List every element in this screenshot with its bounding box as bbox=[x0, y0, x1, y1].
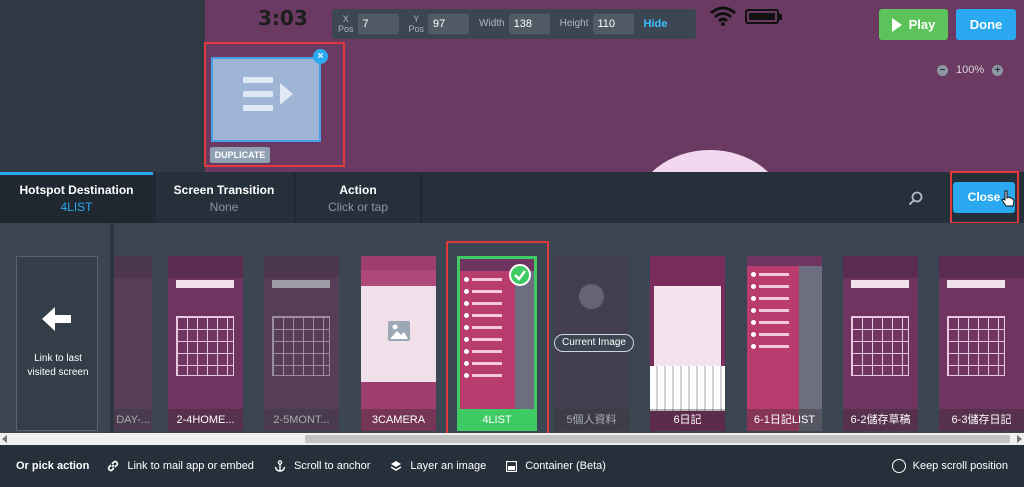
screen-carousel: Link to last visited screen DAY-... 2-4H… bbox=[0, 223, 1024, 433]
or-pick-action-label: Or pick action bbox=[16, 460, 90, 472]
keep-scroll-position-option[interactable]: Keep scroll position bbox=[891, 459, 1008, 473]
tab-action[interactable]: Action Click or tap bbox=[294, 172, 422, 223]
tab-screen-transition[interactable]: Screen Transition None bbox=[154, 172, 293, 223]
link-last-visited-button[interactable]: Link to last visited screen bbox=[16, 256, 98, 431]
hotspot-area[interactable] bbox=[211, 57, 321, 142]
hotspot-list-icon bbox=[243, 77, 293, 111]
x-pos-input[interactable]: 7 bbox=[357, 14, 399, 34]
width-label: Width bbox=[479, 18, 505, 29]
screen-thumb-3camera[interactable]: 3CAMERA bbox=[361, 256, 436, 431]
hand-cursor-icon bbox=[1001, 190, 1015, 207]
position-bar: X Pos 7 Y Pos 97 Width 138 Height 110 Hide bbox=[332, 9, 696, 39]
screen-thumb-6-1diarylist[interactable]: 6-1日記LIST bbox=[747, 256, 822, 431]
x-pos-label: X Pos bbox=[338, 14, 354, 34]
selected-screen-highlight bbox=[446, 241, 549, 433]
play-label: Play bbox=[908, 17, 936, 32]
link-last-visited-label: Link to last visited screen bbox=[27, 353, 89, 378]
back-arrow-icon bbox=[42, 307, 71, 331]
tab-hotspot-destination[interactable]: Hotspot Destination 4LIST bbox=[0, 172, 153, 223]
container-action[interactable]: Container (Beta) bbox=[506, 460, 606, 472]
play-icon bbox=[891, 17, 902, 32]
done-button[interactable]: Done bbox=[956, 9, 1016, 40]
screen-thumb-6-3savediary[interactable]: 6-3儲存日記 bbox=[939, 256, 1024, 431]
layer-image-action[interactable]: Layer an image bbox=[390, 460, 486, 472]
battery-icon bbox=[745, 9, 782, 24]
hide-position-link[interactable]: Hide bbox=[644, 18, 668, 30]
pick-action-bar: Or pick action Link to mail app or embed… bbox=[0, 445, 1024, 487]
phone-status-time: 3:03 bbox=[258, 6, 308, 30]
scroll-thumb[interactable] bbox=[305, 435, 1010, 443]
screen-thumb-2-5month[interactable]: 2-5MONT... bbox=[264, 256, 339, 431]
screen-thumb-6-2draft[interactable]: 6-2儲存草稿 bbox=[843, 256, 918, 431]
wifi-icon bbox=[710, 6, 736, 26]
scroll-left-arrow[interactable] bbox=[2, 435, 7, 443]
container-icon bbox=[506, 460, 518, 472]
hotspot-remove-button[interactable]: × bbox=[313, 49, 328, 64]
phone-circle-decoration bbox=[635, 150, 785, 172]
link-icon bbox=[108, 460, 119, 472]
anchor-icon bbox=[274, 460, 286, 472]
duplicate-button[interactable]: DUPLICATE bbox=[210, 147, 270, 163]
play-button[interactable]: Play bbox=[879, 9, 948, 40]
y-pos-label: Y Pos bbox=[408, 14, 425, 34]
zoom-out-button[interactable]: − bbox=[937, 64, 948, 76]
tabs-bar: Hotspot Destination 4LIST Screen Transit… bbox=[0, 172, 1024, 223]
width-input[interactable]: 138 bbox=[508, 14, 550, 34]
screen-thumb-6diary[interactable]: 6日記 bbox=[650, 256, 725, 431]
height-input[interactable]: 110 bbox=[592, 14, 634, 34]
zoom-level: 100% bbox=[956, 64, 985, 76]
scroll-to-anchor-action[interactable]: Scroll to anchor bbox=[274, 460, 370, 472]
screen-thumb-day[interactable]: DAY-... bbox=[114, 256, 152, 431]
carousel-scrollbar[interactable] bbox=[0, 433, 1024, 445]
search-icon[interactable] bbox=[908, 191, 924, 207]
hotspot-editor: 3:03 X Pos 7 Y Pos 97 Width 138 Height 110… bbox=[0, 0, 1024, 172]
current-image-tag: Current Image bbox=[554, 334, 634, 352]
zoom-control: − 100% + bbox=[937, 64, 1004, 76]
screen-thumb-2-4home[interactable]: 2-4HOME... bbox=[168, 256, 243, 431]
image-placeholder-icon bbox=[388, 321, 410, 341]
zoom-in-button[interactable]: + bbox=[992, 64, 1004, 76]
link-mail-action[interactable]: Link to mail app or embed bbox=[107, 460, 254, 472]
height-label: Height bbox=[559, 18, 589, 29]
layers-icon bbox=[391, 461, 402, 471]
y-pos-input[interactable]: 97 bbox=[428, 14, 470, 34]
scroll-right-arrow[interactable] bbox=[1017, 435, 1022, 443]
keep-scroll-radio[interactable] bbox=[891, 459, 906, 473]
